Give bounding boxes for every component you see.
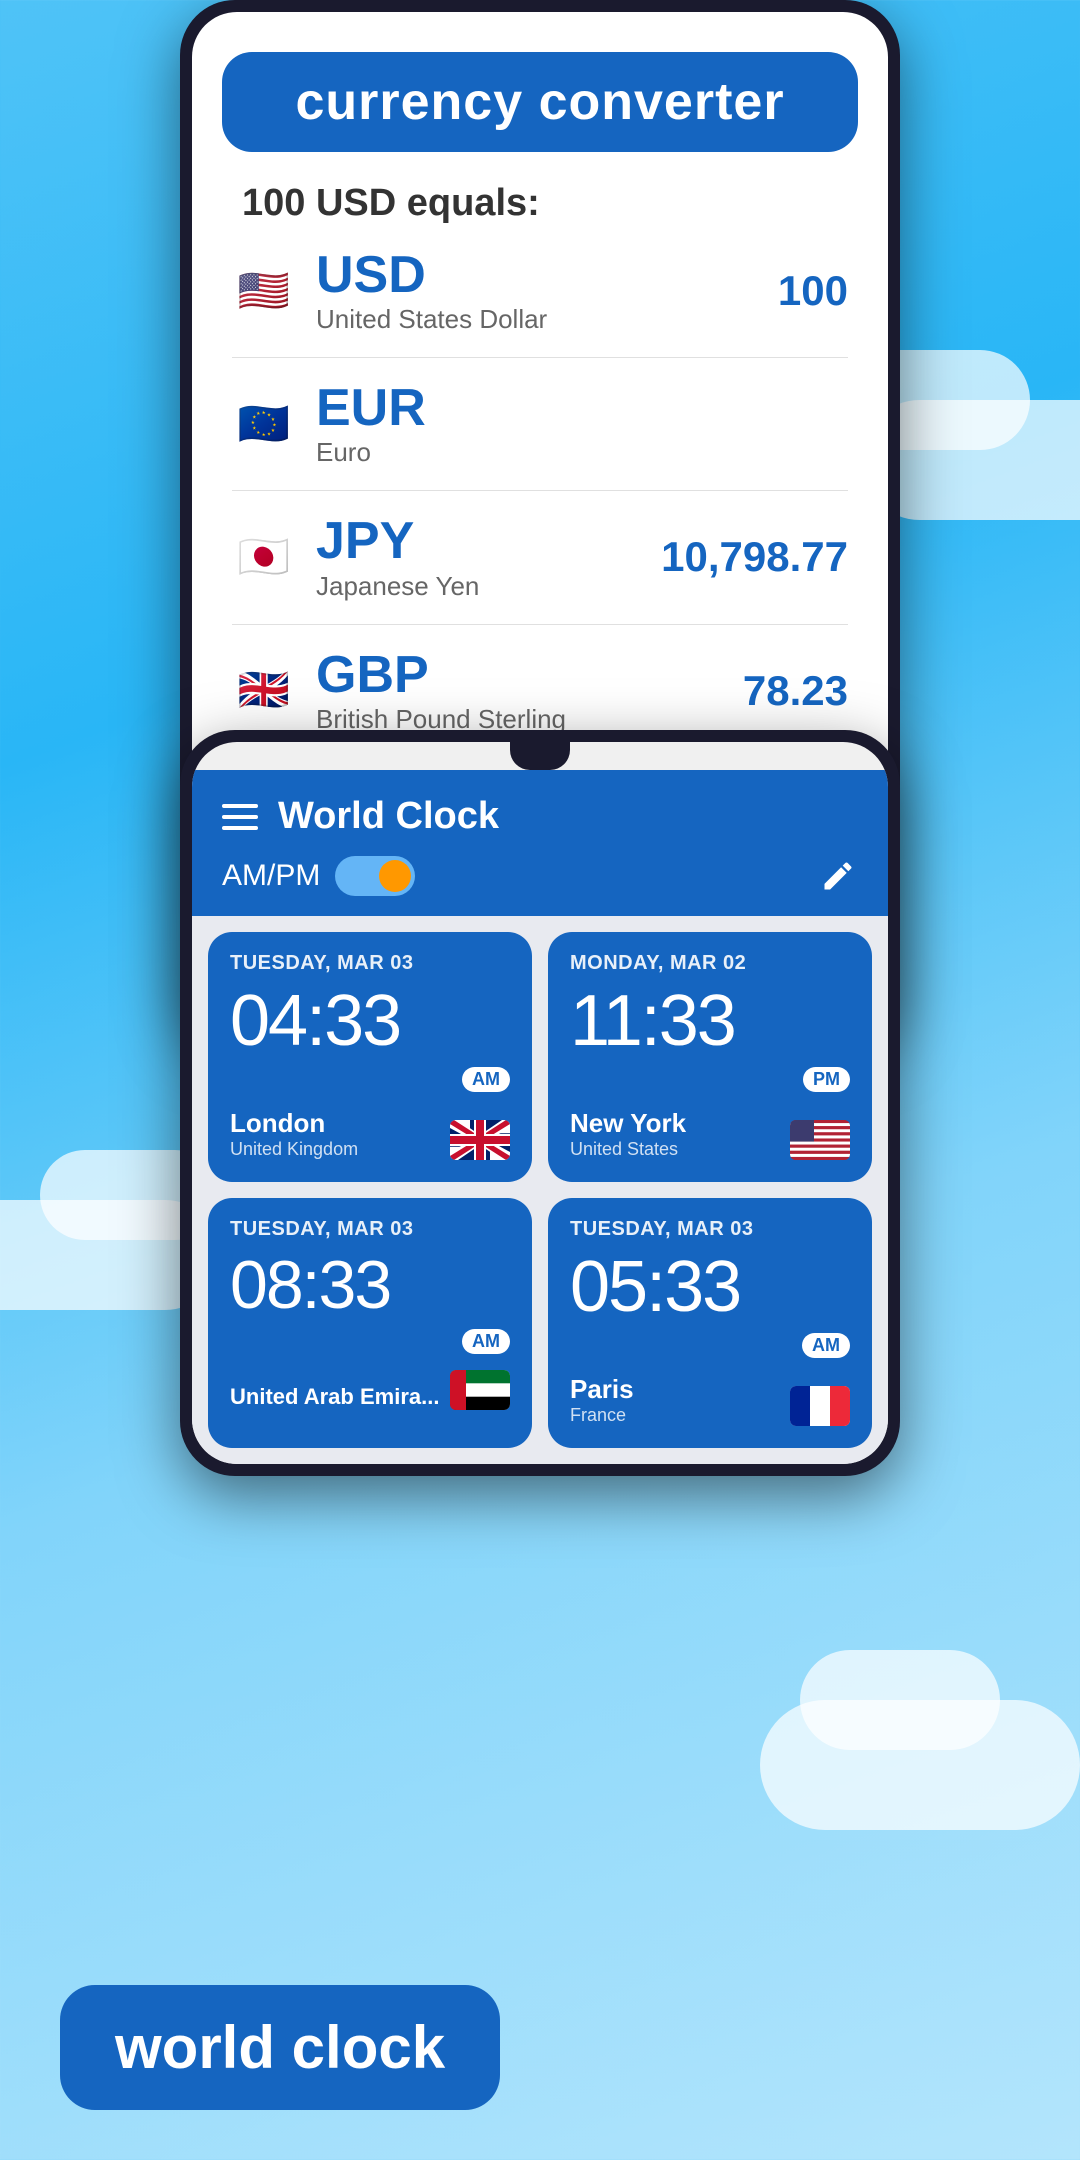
world-clock-title: World Clock	[278, 795, 499, 838]
london-time: 04:33	[230, 985, 510, 1057]
usd-flag: 🇺🇸	[232, 259, 296, 323]
equals-text: 100 USD equals:	[192, 172, 888, 225]
usd-amount: 100	[778, 267, 848, 315]
eur-flag: 🇪🇺	[232, 392, 296, 456]
jpy-code: JPY	[316, 513, 661, 570]
london-city: London	[230, 1108, 358, 1139]
currency-row-usd[interactable]: 🇺🇸 USD United States Dollar 100	[232, 225, 848, 358]
london-flag	[450, 1120, 510, 1160]
gbp-flag: 🇬🇧	[232, 659, 296, 723]
newyork-country: United States	[570, 1139, 686, 1160]
uae-time: 08:33	[230, 1251, 510, 1319]
paris-time: 05:33	[570, 1251, 850, 1323]
paris-period: AM	[802, 1333, 850, 1358]
uae-period: AM	[462, 1329, 510, 1354]
paris-flag	[790, 1386, 850, 1426]
clock-card-london[interactable]: TUESDAY, MAR 03 04:33 AM London United K…	[208, 932, 532, 1182]
phone-notch	[510, 742, 570, 770]
world-clock-bottom-label: world clock	[60, 1985, 500, 2110]
hamburger-menu-icon[interactable]	[222, 804, 258, 830]
newyork-time: 11:33	[570, 985, 850, 1057]
currency-row-eur[interactable]: 🇪🇺 EUR Euro	[232, 358, 848, 491]
paris-city: Paris	[570, 1374, 634, 1405]
clock-card-paris[interactable]: TUESDAY, MAR 03 05:33 AM Paris France	[548, 1198, 872, 1448]
gbp-code: GBP	[316, 647, 743, 704]
eur-name: Euro	[316, 437, 848, 468]
currency-converter-title: currency converter	[295, 72, 784, 132]
eur-code: EUR	[316, 380, 848, 437]
london-country: United Kingdom	[230, 1139, 358, 1160]
jpy-name: Japanese Yen	[316, 571, 661, 602]
uae-date: TUESDAY, MAR 03	[230, 1218, 510, 1241]
newyork-city: New York	[570, 1108, 686, 1139]
paris-country: France	[570, 1405, 634, 1426]
jpy-flag: 🇯🇵	[232, 525, 296, 589]
clock-card-newyork[interactable]: MONDAY, MAR 02 11:33 PM New York United …	[548, 932, 872, 1182]
world-clock-header: World Clock AM/PM	[192, 770, 888, 916]
ampm-toggle[interactable]	[335, 856, 415, 896]
currency-converter-banner: currency converter	[222, 52, 858, 152]
clock-card-uae[interactable]: TUESDAY, MAR 03 08:33 AM United Arab Emi…	[208, 1198, 532, 1448]
paris-date: TUESDAY, MAR 03	[570, 1218, 850, 1241]
jpy-amount: 10,798.77	[661, 533, 848, 581]
usd-name: United States Dollar	[316, 304, 778, 335]
newyork-flag	[790, 1120, 850, 1160]
ampm-label: AM/PM	[222, 859, 320, 893]
london-date: TUESDAY, MAR 03	[230, 952, 510, 975]
ampm-row: AM/PM	[222, 856, 415, 896]
usd-code: USD	[316, 247, 778, 304]
world-clock-label-text: world clock	[115, 2014, 445, 2081]
newyork-period: PM	[803, 1067, 850, 1092]
world-clock-phone: World Clock AM/PM TUESD	[180, 730, 900, 1476]
toggle-knob	[379, 860, 411, 892]
clock-grid: TUESDAY, MAR 03 04:33 AM London United K…	[192, 916, 888, 1464]
world-clock-controls: AM/PM	[222, 856, 858, 896]
uae-city: United Arab Emira...	[230, 1384, 439, 1410]
currency-row-jpy[interactable]: 🇯🇵 JPY Japanese Yen 10,798.77	[232, 491, 848, 624]
edit-icon[interactable]	[818, 856, 858, 896]
newyork-date: MONDAY, MAR 02	[570, 952, 850, 975]
uae-flag	[450, 1370, 510, 1410]
gbp-amount: 78.23	[743, 667, 848, 715]
london-period: AM	[462, 1067, 510, 1092]
